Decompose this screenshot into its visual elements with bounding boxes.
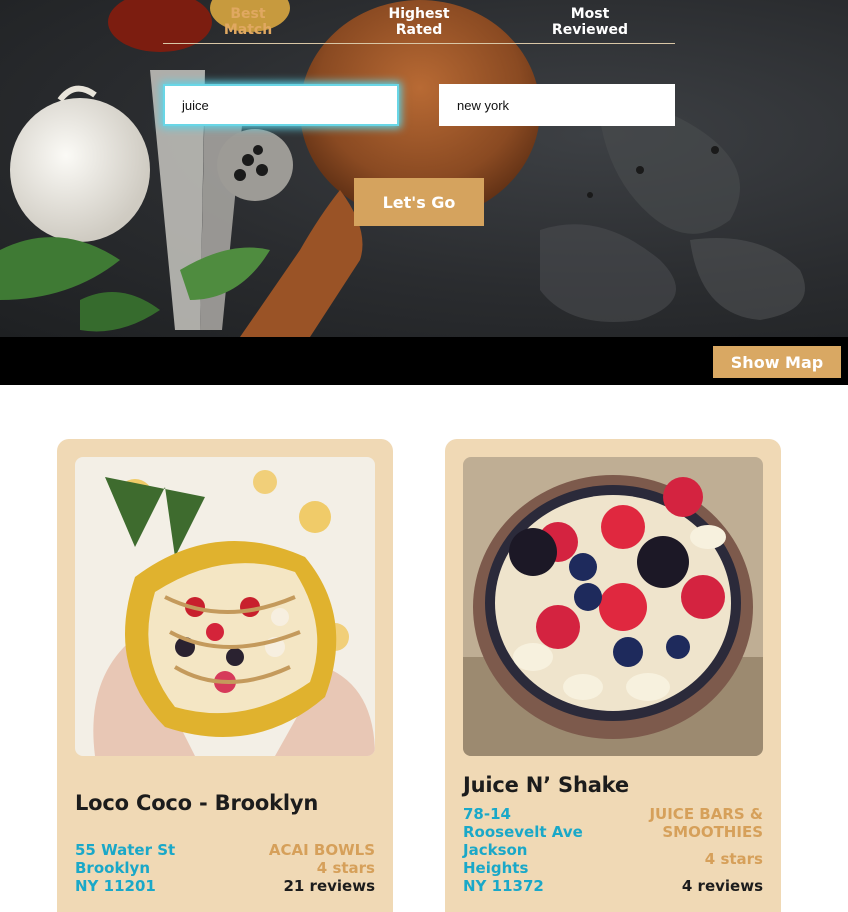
tab-best-match[interactable]: Best Match [188, 6, 308, 38]
business-category: JUICE BARS & SMOOTHIES [649, 805, 763, 841]
business-address: 55 Water St Brooklyn NY 11201 [75, 841, 175, 895]
star-rating: 4 stars [316, 859, 375, 877]
business-photo [463, 457, 763, 756]
address-line: 78-14 [463, 805, 511, 823]
result-card[interactable]: Juice N’ Shake 78-14 Roosevelt Ave Jacks… [445, 439, 781, 912]
tab-label-line2: Reviewed [551, 22, 629, 38]
location-input[interactable]: new york [439, 84, 675, 126]
tab-label-line2: Match [223, 22, 273, 38]
review-count: 4 reviews [681, 877, 763, 895]
address-line: 55 Water St [75, 841, 176, 859]
category-line: JUICE BARS & [649, 805, 763, 823]
business-name[interactable]: Loco Coco - Brooklyn [75, 791, 318, 815]
business-category: ACAI BOWLS [269, 841, 375, 859]
business-name[interactable]: Juice N’ Shake [463, 773, 629, 797]
address-line: Heights [463, 859, 529, 877]
category-line: ACAI BOWLS [268, 841, 375, 859]
location-value: new york [457, 97, 510, 113]
address-line: Roosevelt Ave [463, 823, 583, 841]
hero-banner: Best Match Highest Rated Most Reviewed j… [0, 0, 848, 337]
address-line: NY 11201 [75, 877, 156, 895]
tab-label-line2: Rated [395, 22, 443, 38]
hero-background-image [0, 0, 805, 337]
address-line: Jackson [463, 841, 528, 859]
business-meta: JUICE BARS & SMOOTHIES 4 stars 4 reviews [649, 805, 763, 895]
review-count: 21 reviews [283, 877, 375, 895]
star-rating: 4 stars [704, 850, 763, 868]
category-line: SMOOTHIES [662, 823, 763, 841]
tab-label-line1: Best [230, 6, 266, 22]
address-line: Brooklyn [75, 859, 151, 877]
business-address: 78-14 Roosevelt Ave Jackson Heights NY 1… [463, 805, 583, 895]
result-card[interactable]: Loco Coco - Brooklyn 55 Water St Brookly… [57, 439, 393, 912]
search-term-input[interactable]: juice [163, 84, 399, 126]
sort-tabs: Best Match Highest Rated Most Reviewed [163, 0, 675, 44]
business-meta: ACAI BOWLS 4 stars 21 reviews [269, 841, 375, 895]
lets-go-button[interactable]: Let's Go [354, 178, 484, 226]
address-line: NY 11372 [463, 877, 544, 895]
tab-label-line1: Most [570, 6, 610, 22]
tab-most-reviewed[interactable]: Most Reviewed [530, 6, 650, 38]
business-photo [75, 457, 375, 756]
search-term-value: juice [182, 97, 209, 113]
tab-highest-rated[interactable]: Highest Rated [359, 6, 479, 38]
tab-label-line1: Highest [388, 6, 450, 22]
show-map-button[interactable]: Show Map [713, 346, 841, 378]
results-toolbar: Show Map [0, 337, 848, 385]
